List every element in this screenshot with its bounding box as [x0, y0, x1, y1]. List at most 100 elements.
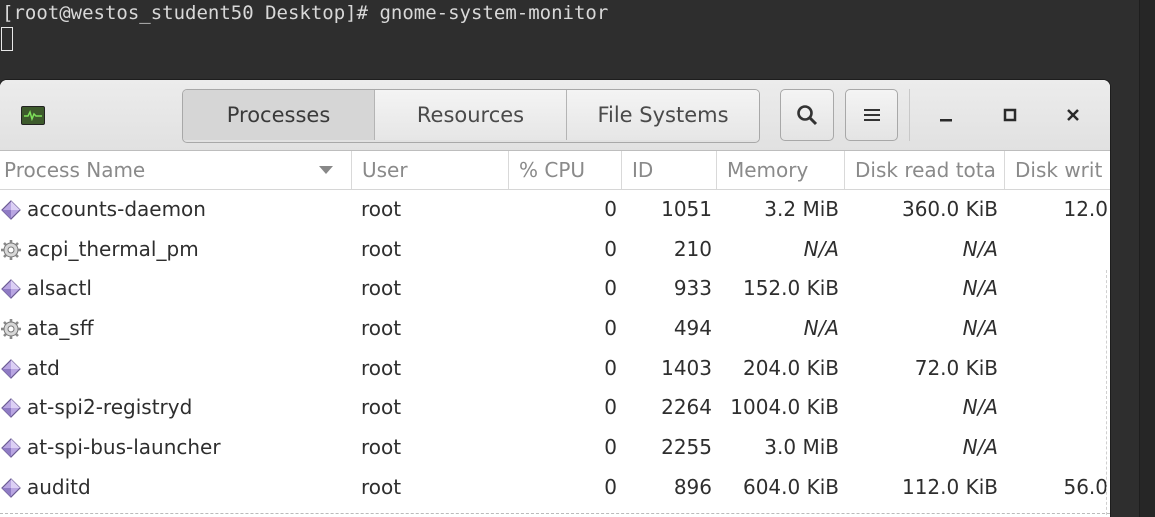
- hamburger-menu-icon: [863, 109, 880, 121]
- column-id[interactable]: ID: [622, 151, 717, 189]
- kernel-process-icon: [0, 309, 24, 349]
- table-row[interactable]: ata_sff root 0 494 N/A N/A: [0, 309, 1110, 349]
- process-disk-write: [1005, 269, 1108, 309]
- column-cpu[interactable]: % CPU: [509, 151, 622, 189]
- process-cpu: 0: [604, 435, 617, 460]
- process-disk-write: 12.0: [1063, 197, 1108, 221]
- process-id: 1403: [661, 355, 712, 380]
- process-id: 210: [673, 236, 712, 261]
- column-memory[interactable]: Memory: [717, 151, 845, 189]
- maximize-icon: [1003, 108, 1017, 122]
- maximize-button[interactable]: [985, 89, 1035, 141]
- process-user: root: [361, 355, 402, 380]
- table-row[interactable]: at-spi2-registryd root 0 2264 1004.0 KiB N/A: [0, 388, 1110, 428]
- process-disk-write: [1005, 388, 1108, 428]
- search-button[interactable]: [780, 89, 834, 141]
- user-process-icon: [0, 468, 24, 508]
- process-disk-read: N/A: [962, 236, 998, 261]
- minimize-button[interactable]: [921, 89, 971, 141]
- process-id: 896: [673, 474, 712, 499]
- process-disk-read: N/A: [962, 435, 998, 460]
- process-disk-write: [1005, 428, 1108, 468]
- kernel-process-icon: [0, 230, 24, 270]
- tab-file-systems[interactable]: File Systems: [567, 90, 759, 140]
- table-row[interactable]: atd root 0 1403 204.0 KiB 72.0 KiB: [0, 349, 1110, 389]
- table-row[interactable]: alsactl root 0 933 152.0 KiB N/A: [0, 269, 1110, 309]
- column-header-row: Process Name User % CPU ID Memory Disk r…: [0, 151, 1110, 190]
- process-disk-read: 360.0 KiB: [901, 197, 998, 221]
- process-name: accounts-daemon: [27, 197, 206, 221]
- process-disk-write: [1005, 309, 1108, 349]
- process-id: 933: [673, 276, 712, 301]
- table-row[interactable]: auditd root 0 896 604.0 KiB 112.0 KiB 56.0: [0, 468, 1110, 508]
- tab-processes[interactable]: Processes: [183, 90, 375, 140]
- terminal-prompt-line: [root@westos_student50 Desktop]# gnome-s…: [2, 2, 609, 24]
- process-memory: 204.0 KiB: [742, 355, 839, 380]
- column-user[interactable]: User: [352, 151, 509, 189]
- process-memory: N/A: [803, 316, 839, 341]
- user-process-icon: [0, 349, 24, 389]
- process-name: at-spi2-registryd: [27, 395, 193, 420]
- process-cpu: 0: [604, 395, 617, 420]
- process-disk-read: N/A: [962, 316, 998, 341]
- process-gear-icon: [1, 319, 21, 340]
- process-disk-write: [1005, 230, 1108, 270]
- process-diamond-icon: [1, 438, 21, 458]
- process-diamond-icon: [1, 358, 21, 379]
- close-button[interactable]: [1048, 89, 1098, 141]
- process-disk-write: 56.0: [1063, 474, 1108, 499]
- process-memory: 1004.0 KiB: [730, 395, 839, 420]
- user-process-icon: [0, 388, 24, 428]
- column-disk-write-total[interactable]: Disk writ: [1005, 151, 1110, 189]
- system-monitor-app-icon: [21, 106, 45, 125]
- process-name: alsactl: [27, 276, 92, 301]
- process-gear-icon: [1, 239, 21, 260]
- headerbar-separator: [909, 89, 910, 141]
- terminal-cursor: [1, 27, 13, 51]
- process-id: 1051: [661, 197, 712, 221]
- list-bottom-edge: [0, 513, 1110, 514]
- user-process-icon: [0, 190, 24, 230]
- process-user: root: [361, 197, 402, 221]
- process-disk-read: 72.0 KiB: [914, 355, 998, 380]
- process-diamond-icon: [1, 200, 21, 220]
- process-cpu: 0: [604, 316, 617, 341]
- process-list: accounts-daemon root 0 1051 3.2 MiB 360.0 KiB…: [0, 190, 1110, 508]
- process-name: acpi_thermal_pm: [27, 236, 199, 261]
- table-row[interactable]: accounts-daemon root 0 1051 3.2 MiB 360.0 KiB…: [0, 190, 1110, 230]
- column-divider: [1106, 270, 1107, 517]
- process-memory: 3.2 MiB: [764, 197, 839, 221]
- process-disk-write: [1005, 349, 1108, 389]
- terminal-scrollbar[interactable]: [1139, 0, 1155, 517]
- process-cpu: 0: [604, 236, 617, 261]
- process-user: root: [361, 395, 402, 420]
- table-row[interactable]: acpi_thermal_pm root 0 210 N/A N/A: [0, 230, 1110, 270]
- process-disk-read: 112.0 KiB: [901, 474, 998, 499]
- process-name: ata_sff: [27, 316, 94, 341]
- process-diamond-icon: [1, 477, 21, 498]
- headerbar: Processes Resources File Systems: [0, 80, 1110, 151]
- process-user: root: [361, 276, 402, 301]
- process-memory: 152.0 KiB: [742, 276, 839, 301]
- user-process-icon: [0, 269, 24, 309]
- process-name: atd: [27, 355, 60, 380]
- process-user: root: [361, 435, 402, 460]
- process-id: 2264: [661, 395, 712, 420]
- user-process-icon: [0, 428, 24, 468]
- process-id: 494: [673, 316, 712, 341]
- system-monitor-window: Processes Resources File Systems Process…: [0, 80, 1110, 517]
- column-disk-read-total[interactable]: Disk read tota: [845, 151, 1005, 189]
- process-name: auditd: [27, 474, 91, 499]
- column-process-name-label: Process Name: [4, 158, 146, 182]
- process-name: at-spi-bus-launcher: [27, 435, 221, 460]
- process-memory: N/A: [803, 236, 839, 261]
- search-icon: [797, 105, 818, 126]
- process-memory: 604.0 KiB: [742, 474, 839, 499]
- tab-resources[interactable]: Resources: [375, 90, 567, 140]
- view-switcher: Processes Resources File Systems: [182, 89, 760, 143]
- table-row[interactable]: at-spi-bus-launcher root 0 2255 3.0 MiB N/A: [0, 428, 1110, 468]
- menu-button[interactable]: [845, 89, 898, 141]
- column-process-name[interactable]: Process Name: [0, 151, 352, 189]
- process-user: root: [361, 316, 402, 341]
- process-disk-read: N/A: [962, 395, 998, 420]
